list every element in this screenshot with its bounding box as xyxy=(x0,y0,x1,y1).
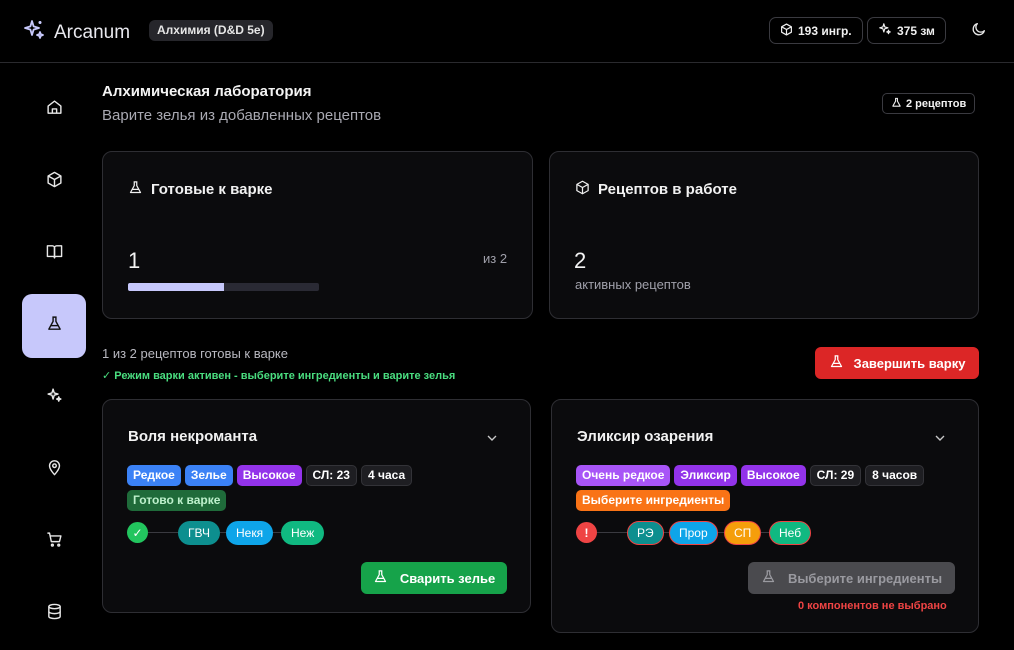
sidebar-item-home[interactable] xyxy=(22,78,86,142)
recipe-name: Эликсир озарения xyxy=(577,428,714,445)
sidebar-item-map[interactable] xyxy=(22,438,86,502)
top-header: Arcanum Алхимия (D&D 5e) 193 ингр. 375 з… xyxy=(0,0,1014,63)
ingredient-chip[interactable]: Некя xyxy=(226,521,274,545)
type-tag: Зелье xyxy=(184,465,233,486)
ready-check-icon: ✓ xyxy=(127,522,148,543)
ready-progress-fill xyxy=(128,283,224,291)
brew-mode-active-text: ✓ Режим варки активен - выберите ингреди… xyxy=(102,370,456,382)
sidebar-item-ingredients[interactable] xyxy=(22,150,86,214)
select-ingredients-button[interactable]: Выберите ингредиенты xyxy=(748,562,955,594)
database-icon xyxy=(46,603,63,625)
expand-chevron-button[interactable] xyxy=(932,430,948,446)
cube-icon xyxy=(780,22,793,39)
ready-progress-bar xyxy=(128,283,319,291)
sidebar-item-shop[interactable] xyxy=(22,510,86,574)
brew-status-text: 1 из 2 рецептов готовы к варке xyxy=(102,346,288,361)
rarity-tag: Редкое xyxy=(127,465,181,486)
ready-state-tag: Готово к варке xyxy=(127,490,227,511)
ready-title-text: Готовые к варке xyxy=(151,181,273,198)
ingredients-counter[interactable]: 193 ингр. xyxy=(769,17,863,44)
sparkles-icon xyxy=(878,22,892,39)
dc-tag: СЛ: 29 xyxy=(809,465,862,486)
ingredients-count: 193 ингр. xyxy=(798,23,852,38)
active-card-title: Рецептов в работе xyxy=(575,180,737,199)
sparkles-icon xyxy=(46,387,63,409)
recipe-card: Эликсир озарения Очень редкое Эликсир Вы… xyxy=(551,399,979,633)
ready-total: из 2 xyxy=(483,251,508,266)
flask-icon xyxy=(829,354,844,372)
gold-amount: 375 зм xyxy=(897,23,935,38)
map-pin-icon xyxy=(46,459,63,481)
sidebar-item-database[interactable] xyxy=(22,582,86,646)
ingredient-chip[interactable]: СП xyxy=(724,521,762,545)
ingredient-chip[interactable]: РЭ xyxy=(627,521,664,545)
cube-icon xyxy=(575,180,590,199)
sidebar-item-magic[interactable] xyxy=(22,366,86,430)
flask-icon xyxy=(373,569,388,587)
power-tag: Высокое xyxy=(740,465,806,486)
power-tag: Высокое xyxy=(236,465,302,486)
page-title: Алхимическая лаборатория xyxy=(102,83,312,100)
flask-icon xyxy=(46,315,63,337)
ready-stat-card: Готовые к варке 1 из 2 xyxy=(102,151,533,319)
recipe-tags: Редкое Зелье Высокое СЛ: 23 4 часа xyxy=(127,465,413,486)
brew-potion-button[interactable]: Сварить зелье xyxy=(361,562,507,594)
campaign-badge[interactable]: Алхимия (D&D 5e) xyxy=(149,20,273,41)
ready-card-title: Готовые к варке xyxy=(128,180,272,199)
recipes-count: 2 рецептов xyxy=(906,97,967,110)
recipe-name: Воля некроманта xyxy=(128,428,258,445)
book-icon xyxy=(46,243,63,265)
brand-name: Arcanum xyxy=(54,21,131,43)
recipe-tags: Очень редкое Эликсир Высокое СЛ: 29 8 ча… xyxy=(576,465,925,486)
ingredient-chain: ✓ ГВЧ Некя Неж xyxy=(127,521,327,545)
chevron-down-icon xyxy=(932,433,948,450)
recipes-count-badge: 2 рецептов xyxy=(882,93,976,114)
state-tag-row: Готово к варке xyxy=(127,490,227,511)
cube-icon xyxy=(46,171,63,193)
brand[interactable]: Arcanum xyxy=(22,18,130,47)
state-tag-row: Выберите ингредиенты xyxy=(576,490,731,511)
theme-toggle-button[interactable] xyxy=(966,18,992,44)
rarity-tag: Очень редкое xyxy=(576,465,671,486)
cart-icon xyxy=(46,531,63,553)
chevron-down-icon xyxy=(484,433,500,450)
ingredient-chip[interactable]: Неж xyxy=(281,521,325,545)
home-icon xyxy=(46,99,63,121)
dc-tag: СЛ: 23 xyxy=(305,465,357,486)
ready-count: 1 xyxy=(128,248,141,273)
ingredient-chip[interactable]: Прор xyxy=(669,521,718,545)
moon-icon xyxy=(971,21,987,42)
page-subtitle: Варите зелья из добавленных рецептов xyxy=(102,107,382,124)
brew-button-label: Сварить зелье xyxy=(399,570,496,586)
sparkles-logo-icon xyxy=(22,18,46,47)
missing-components-warning: 0 компонентов не выбрано xyxy=(798,600,947,612)
finish-brewing-label: Завершить варку xyxy=(853,355,966,371)
flask-icon xyxy=(128,180,143,199)
type-tag: Эликсир xyxy=(674,465,737,486)
time-tag: 8 часов xyxy=(865,465,925,486)
active-subtitle: активных рецептов xyxy=(575,277,691,292)
expand-chevron-button[interactable] xyxy=(484,430,500,446)
ingredient-chip[interactable]: Неб xyxy=(769,521,812,545)
gold-counter[interactable]: 375 зм xyxy=(867,17,946,44)
recipe-card: Воля некроманта Редкое Зелье Высокое СЛ:… xyxy=(102,399,531,613)
active-count: 2 xyxy=(574,248,587,273)
ingredient-chip[interactable]: ГВЧ xyxy=(178,521,220,545)
sidebar-item-laboratory[interactable] xyxy=(22,294,86,358)
select-ingredients-state-tag: Выберите ингредиенты xyxy=(576,490,731,511)
flask-icon xyxy=(891,97,902,111)
active-title-text: Рецептов в работе xyxy=(598,181,737,198)
active-stat-card: Рецептов в работе 2 активных рецептов xyxy=(549,151,979,319)
sidebar-item-recipes[interactable] xyxy=(22,222,86,286)
ingredient-chain: ! РЭ Прор СП Неб xyxy=(576,521,816,545)
finish-brewing-button[interactable]: Завершить варку xyxy=(815,347,979,379)
flask-icon xyxy=(761,569,776,587)
warning-icon: ! xyxy=(576,522,597,543)
time-tag: 4 часа xyxy=(360,465,413,486)
select-button-label: Выберите ингредиенты xyxy=(787,570,943,586)
